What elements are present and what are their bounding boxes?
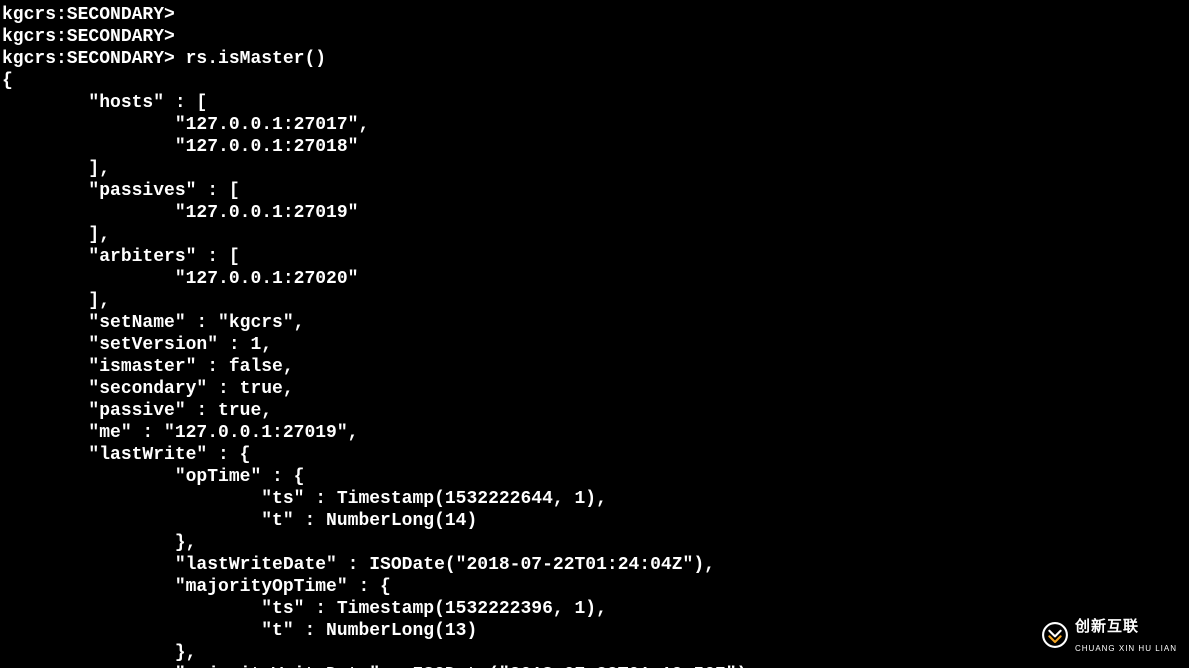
watermark: 创新互联 CHUANG XIN HU LIAN (1041, 616, 1177, 660)
watermark-sub: CHUANG XIN HU LIAN (1075, 638, 1177, 660)
watermark-main: 创新互联 (1075, 618, 1139, 635)
terminal-output[interactable]: kgcrs:SECONDARY> kgcrs:SECONDARY> kgcrs:… (2, 4, 747, 668)
watermark-text: 创新互联 CHUANG XIN HU LIAN (1075, 616, 1177, 660)
watermark-logo-icon (1041, 621, 1069, 656)
